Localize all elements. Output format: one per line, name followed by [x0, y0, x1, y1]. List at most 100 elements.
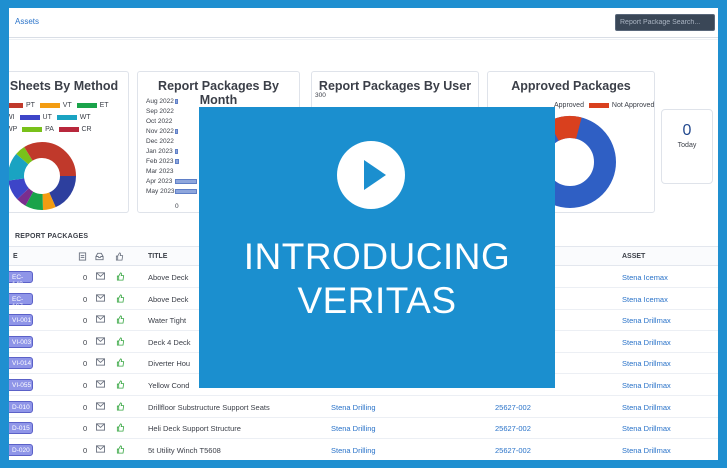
mail-icon[interactable] [96, 401, 105, 412]
month-label: Dec 2022 [146, 138, 174, 145]
column-header-asset[interactable]: ASSET [622, 253, 645, 260]
thumbs-up-icon[interactable] [116, 445, 125, 456]
report-id-tag[interactable]: VI-055 [9, 379, 33, 391]
month-bar [175, 149, 178, 154]
asset-link[interactable]: Stena Drillmax [622, 446, 671, 455]
card-title: Approved Packages [511, 79, 631, 93]
mail-icon[interactable] [96, 337, 105, 347]
month-label: Jan 2023 [146, 148, 173, 155]
axis-tick-zero: 0 [175, 203, 179, 210]
report-package-search-input[interactable] [615, 14, 715, 31]
report-title[interactable]: Deck 4 Deck [148, 338, 191, 347]
asset-link[interactable]: Stena Drillmax [622, 316, 671, 325]
report-title[interactable]: Heli Deck Support Structure [148, 424, 241, 433]
column-header-sort[interactable]: E [13, 253, 18, 260]
axis-tick-top: 300 [315, 92, 326, 99]
comment-count: 0 [83, 402, 88, 412]
mail-icon[interactable] [96, 445, 105, 455]
play-button[interactable] [337, 141, 405, 209]
card-title: Report Packages By User [318, 79, 472, 93]
mail-icon[interactable] [96, 293, 105, 304]
month-bar [175, 129, 178, 134]
table-row[interactable]: D-010 0 Drillfloor Substructure Support Se… [9, 397, 718, 418]
legend-label: WI [9, 114, 15, 121]
legend-swatch [19, 114, 40, 120]
report-id-tag[interactable]: EC-167 [9, 292, 33, 310]
comment-count: 0 [83, 359, 88, 369]
mail-icon[interactable] [96, 358, 105, 368]
column-header-title[interactable]: TITLE [148, 253, 167, 260]
table-row[interactable]: D-020 0 5t Utility Winch T5608 Stena Drilli… [9, 440, 718, 460]
sheets-by-method-card: Sheets By Method PT VT ET WI UT WT WP PA… [9, 71, 129, 213]
month-label: Oct 2022 [146, 118, 173, 125]
asset-link[interactable]: Stena Drillmax [622, 424, 671, 433]
legend-swatch-not-approved [588, 102, 609, 108]
asset-link[interactable]: Stena Drillmax [622, 359, 671, 368]
month-label: Mar 2023 [146, 168, 174, 175]
mail-icon[interactable] [96, 380, 105, 390]
comment-count: 0 [83, 337, 88, 347]
thumbs-up-icon[interactable] [116, 380, 125, 391]
report-id-tag[interactable]: D-015 [9, 422, 33, 435]
mail-icon[interactable] [96, 423, 105, 433]
asset-link[interactable]: Stena Icemax [622, 295, 668, 304]
report-id-tag[interactable]: D-010 [9, 400, 33, 413]
thumbs-up-icon[interactable] [116, 337, 125, 348]
company-link[interactable]: Stena Drilling [331, 424, 376, 433]
breadcrumb-assets[interactable]: Assets [15, 17, 39, 26]
report-title[interactable]: Yellow Cond [148, 381, 189, 390]
report-title[interactable]: 5t Utility Winch T5608 [148, 446, 221, 455]
legend-label-not-approved: Not Approved [611, 102, 655, 109]
asset-link[interactable]: Stena Icemax [622, 273, 668, 282]
thumbs-up-icon[interactable] [116, 294, 125, 305]
report-title[interactable]: Diverter Hou [148, 359, 190, 368]
report-title[interactable]: Water Tight [148, 316, 186, 325]
company-link[interactable]: Stena Drilling [331, 446, 376, 455]
job-number-link[interactable]: 25627-002 [495, 403, 531, 412]
today-count-value: 0 [682, 122, 692, 139]
overlay-title-line-2: VERITAS [297, 280, 457, 321]
month-bar [175, 159, 179, 164]
method-donut-chart [9, 142, 76, 210]
report-title[interactable]: Above Deck [148, 273, 188, 282]
video-overlay[interactable]: INTRODUCING VERITAS [199, 107, 555, 388]
table-row[interactable]: D-015 0 Heli Deck Support Structure Stena D… [9, 418, 718, 440]
method-legend-row-1: PT VT ET [9, 102, 109, 109]
thumbs-up-icon[interactable] [116, 402, 125, 413]
asset-link[interactable]: Stena Drillmax [622, 338, 671, 347]
thumbs-up-icon[interactable] [116, 358, 125, 369]
mail-icon[interactable] [96, 272, 105, 282]
today-count-card[interactable]: 0 Today [661, 109, 713, 184]
asset-link[interactable]: Stena Drillmax [622, 381, 671, 390]
comment-count: 0 [83, 294, 88, 304]
legend-label: VT [62, 102, 72, 109]
month-label: Apr 2023 [146, 178, 173, 185]
legend-label: WT [79, 114, 91, 121]
report-id-tag[interactable]: EC-149 [9, 271, 33, 288]
comment-count: 0 [83, 424, 88, 434]
thumbs-up-icon[interactable] [116, 423, 125, 434]
report-id-tag[interactable]: VI-003 [9, 335, 33, 348]
job-number-link[interactable]: 25627-002 [495, 446, 531, 455]
month-label: Aug 2022 [146, 98, 174, 105]
comment-count: 0 [83, 445, 88, 455]
report-id-tag[interactable]: VI-014 [9, 357, 33, 370]
asset-link[interactable]: Stena Drillmax [622, 403, 671, 412]
month-label: Nov 2022 [146, 128, 174, 135]
thumbs-up-icon[interactable] [116, 315, 125, 326]
company-link[interactable]: Stena Drilling [331, 403, 376, 412]
section-title: REPORT PACKAGES [15, 233, 89, 240]
month-bar [175, 189, 197, 194]
month-label: Sep 2022 [146, 108, 174, 115]
report-id-tag[interactable]: VI-001 [9, 314, 33, 327]
report-id-tag[interactable]: D-020 [9, 443, 33, 456]
report-title[interactable]: Drillfloor Substructure Support Seats [148, 403, 270, 412]
legend-label: ET [99, 102, 109, 109]
thumbs-up-icon[interactable] [116, 272, 125, 283]
job-number-link[interactable]: 25627-002 [495, 424, 531, 433]
method-legend-row-3: WP PA CR [9, 126, 92, 133]
month-label: Feb 2023 [146, 158, 174, 165]
report-title[interactable]: Above Deck [148, 295, 188, 304]
mail-icon[interactable] [96, 315, 105, 325]
legend-label: CR [81, 126, 92, 133]
